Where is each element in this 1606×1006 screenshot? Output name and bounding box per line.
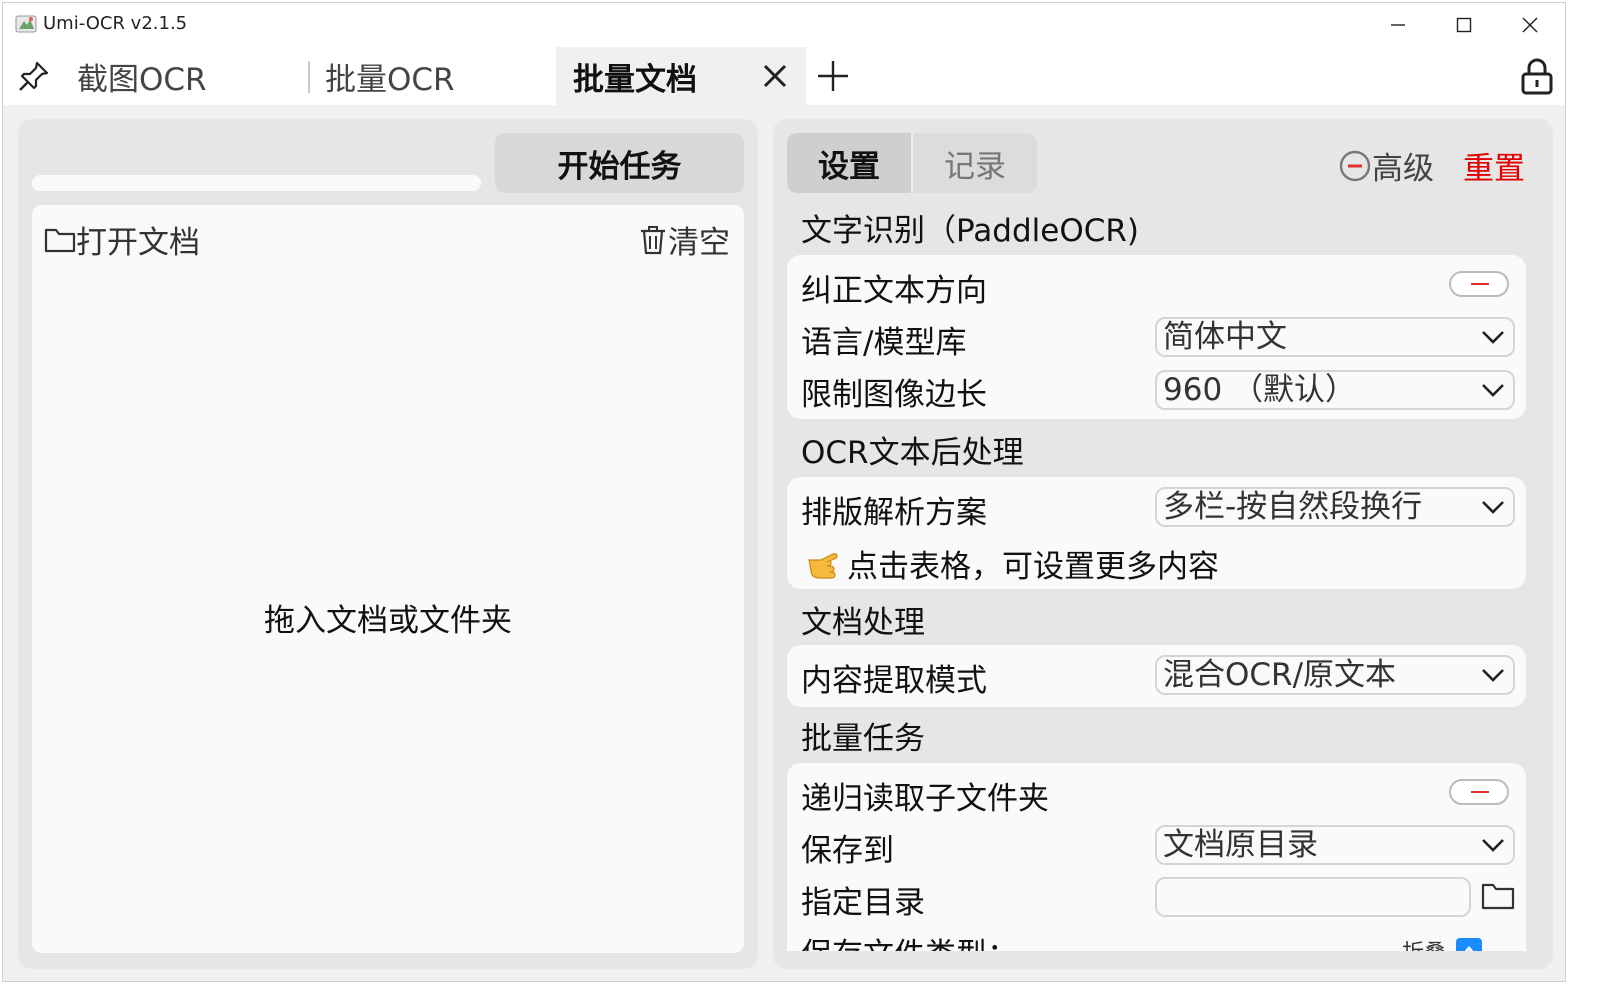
tab-label: 批量文档	[573, 61, 697, 98]
batch-settings-card: 递归读取子文件夹 保存到 文档原目录 指定目录 保存文件类型： 折叠	[787, 763, 1526, 951]
language-select[interactable]: 简体中文	[1155, 317, 1515, 357]
close-tab-icon[interactable]	[758, 59, 792, 93]
trash-icon	[641, 225, 665, 254]
limit-side-label: 限制图像边长	[801, 377, 987, 413]
close-icon	[1522, 17, 1538, 33]
add-tab-icon[interactable]	[815, 57, 851, 95]
open-document-button[interactable]: 打开文档	[44, 217, 200, 262]
section-title-batch: 批量任务	[801, 721, 925, 757]
open-document-label: 打开文档	[76, 225, 200, 261]
tab-settings[interactable]: 设置	[787, 133, 911, 193]
advanced-label: 高级	[1372, 151, 1434, 187]
app-logo-icon	[15, 15, 37, 33]
pointing-hand-icon	[808, 552, 838, 579]
minus-circle-icon	[1339, 150, 1371, 181]
folder-icon	[44, 228, 76, 252]
reset-button[interactable]: 重置	[1463, 143, 1525, 188]
window-title: Umi-OCR v2.1.5	[43, 13, 188, 34]
pin-icon[interactable]	[17, 59, 51, 93]
start-task-button[interactable]: 开始任务	[495, 133, 744, 193]
language-value: 简体中文	[1163, 319, 1287, 355]
settings-scroll-area[interactable]: 文字识别（PaddleOCR) 纠正文本方向 语言/模型库 简体中文 限制图像边…	[773, 199, 1553, 951]
chevron-down-icon	[1482, 501, 1504, 514]
tab-screenshot-ocr[interactable]: 截图OCR	[77, 47, 297, 105]
limit-side-value: 960 （默认）	[1163, 372, 1357, 408]
recursive-label: 递归读取子文件夹	[801, 781, 1049, 817]
progress-bar	[32, 175, 481, 191]
drop-area[interactable]: 打开文档 清空 拖入文档或文件夹	[32, 205, 744, 953]
clear-label: 清空	[668, 225, 730, 261]
settings-panel: 设置 记录 高级 重置 文字识别（PaddleOCR) 纠正文本方向 语言/模型…	[773, 119, 1553, 969]
advanced-toggle[interactable]: 高级	[1338, 143, 1434, 188]
title-bar[interactable]: Umi-OCR v2.1.5	[3, 3, 1565, 47]
fold-label: 折叠	[1402, 935, 1446, 951]
lock-icon[interactable]	[1519, 57, 1555, 95]
post-settings-card: 排版解析方案 多栏-按自然段换行 点击表格，可设置更多内容	[787, 477, 1526, 589]
chevron-up-icon	[1456, 938, 1483, 951]
layout-label: 排版解析方案	[801, 495, 987, 531]
target-dir-label: 指定目录	[801, 885, 925, 921]
table-tip-text: 点击表格，可设置更多内容	[847, 549, 1219, 585]
maximize-button[interactable]	[1431, 3, 1497, 47]
extract-mode-select[interactable]: 混合OCR/原文本	[1155, 655, 1515, 695]
save-to-label: 保存到	[801, 833, 894, 869]
app-window: Umi-OCR v2.1.5 截图OCR 批量OCR 批量文档 开始任务 打开文…	[2, 2, 1566, 982]
table-tip[interactable]: 点击表格，可设置更多内容	[807, 541, 1219, 586]
doc-settings-card: 内容提取模式 混合OCR/原文本	[787, 645, 1526, 707]
save-to-select[interactable]: 文档原目录	[1155, 825, 1515, 865]
chevron-down-icon	[1482, 669, 1504, 682]
section-title-doc: 文档处理	[801, 605, 925, 641]
ocr-settings-card: 纠正文本方向 语言/模型库 简体中文 限制图像边长 960 （默认）	[787, 255, 1526, 419]
drop-hint: 拖入文档或文件夹	[264, 603, 512, 639]
close-window-button[interactable]	[1497, 3, 1563, 47]
tab-divider	[308, 61, 310, 93]
extract-mode-value: 混合OCR/原文本	[1163, 657, 1397, 693]
limit-side-select[interactable]: 960 （默认）	[1155, 370, 1515, 410]
section-title-ocr: 文字识别（PaddleOCR)	[801, 213, 1140, 249]
file-type-label: 保存文件类型：	[801, 929, 1018, 951]
fold-toggle[interactable]: 折叠	[1402, 935, 1483, 951]
save-to-value: 文档原目录	[1163, 827, 1318, 863]
tab-label: 批量OCR	[325, 61, 455, 98]
correct-direction-toggle[interactable]	[1449, 271, 1509, 297]
language-label: 语言/模型库	[801, 325, 967, 361]
target-dir-input[interactable]	[1155, 877, 1471, 917]
tab-batch-ocr[interactable]: 批量OCR	[325, 47, 545, 105]
recursive-toggle[interactable]	[1449, 779, 1509, 805]
minimize-icon	[1391, 24, 1405, 26]
minimize-button[interactable]	[1365, 3, 1431, 47]
correct-direction-label: 纠正文本方向	[801, 273, 987, 309]
task-panel: 开始任务 打开文档 清空 拖入文档或文件夹	[18, 119, 758, 969]
chevron-down-icon	[1482, 331, 1504, 344]
section-title-post: OCR文本后处理	[801, 435, 1024, 471]
extract-mode-label: 内容提取模式	[801, 663, 987, 699]
tab-records[interactable]: 记录	[911, 133, 1037, 193]
tab-bar: 截图OCR 批量OCR 批量文档	[3, 47, 1565, 105]
browse-folder-icon[interactable]	[1481, 881, 1515, 911]
layout-value: 多栏-按自然段换行	[1163, 489, 1423, 525]
layout-select[interactable]: 多栏-按自然段换行	[1155, 487, 1515, 527]
settings-tab-switch: 设置 记录	[787, 133, 1037, 193]
chevron-down-icon	[1482, 839, 1504, 852]
chevron-down-icon	[1482, 384, 1504, 397]
clear-button[interactable]: 清空	[638, 217, 730, 262]
tab-label: 截图OCR	[77, 61, 207, 98]
maximize-icon	[1456, 17, 1472, 33]
